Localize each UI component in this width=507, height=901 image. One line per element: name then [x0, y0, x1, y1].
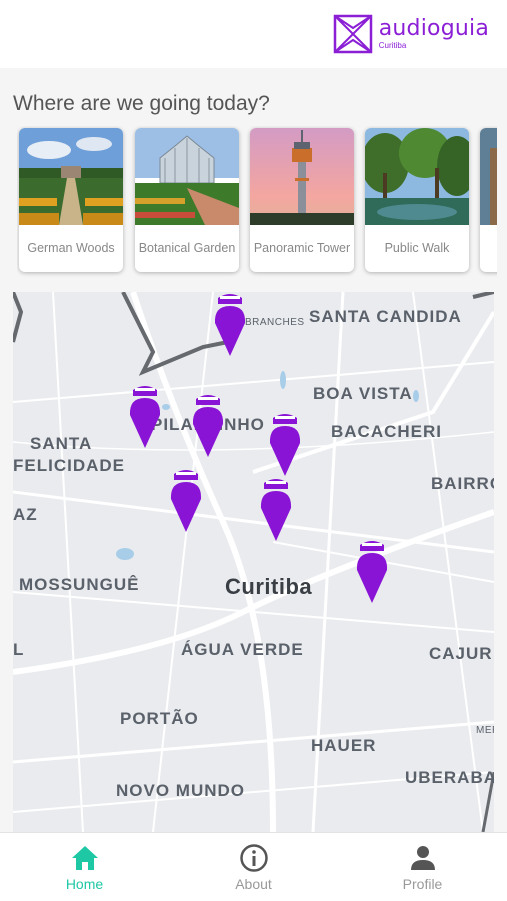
- partial-place-image: [480, 128, 497, 225]
- map-pin-icon[interactable]: [267, 410, 303, 476]
- place-card-panoramic-tower[interactable]: Panoramic Tower: [250, 128, 354, 272]
- audioguia-logo: audioguia Curitiba: [333, 14, 489, 54]
- tab-home[interactable]: Home: [0, 833, 169, 901]
- map-label-curitiba: Curitiba: [225, 574, 313, 599]
- map-label-l: L: [13, 640, 25, 659]
- map-label-bairro: BAIRRO: [431, 474, 494, 493]
- map-label-mer: MER: [476, 725, 494, 736]
- map-label-santa: SANTA: [30, 434, 93, 453]
- map-pin-icon[interactable]: [212, 292, 248, 356]
- places-carousel[interactable]: German Woods Botanical Garden Panoramic …: [17, 126, 497, 278]
- logo-mark-icon: [333, 14, 372, 54]
- app-header: audioguia Curitiba: [0, 0, 507, 68]
- city-map[interactable]: BRANCHES SANTA CANDIDA BOA VISTA PILARZI…: [13, 292, 494, 832]
- map-label-santa-candida: SANTA CANDIDA: [309, 307, 462, 326]
- map-label-novo-mundo: NOVO MUNDO: [116, 781, 245, 800]
- map-label-agua-verde: ÁGUA VERDE: [181, 640, 304, 659]
- public-walk-image: [365, 128, 469, 225]
- person-icon: [410, 846, 435, 870]
- bottom-tab-bar: Home About Profile: [0, 832, 507, 901]
- botanical-garden-image: [135, 128, 239, 225]
- place-card-label: German Woods: [27, 241, 115, 255]
- place-card-partial[interactable]: [480, 128, 497, 272]
- panoramic-tower-image: [250, 128, 354, 225]
- tab-home-label: Home: [65, 876, 104, 892]
- map-pin-icon[interactable]: [168, 466, 204, 532]
- map-label-cajuru: CAJUR: [429, 644, 493, 663]
- place-card-label: Public Walk: [384, 241, 450, 255]
- map-label-boa-vista: BOA VISTA: [313, 384, 413, 403]
- map-pin-icon[interactable]: [127, 382, 163, 448]
- page-question: Where are we going today?: [13, 92, 270, 115]
- map-roads: [13, 292, 494, 832]
- info-icon: [239, 844, 268, 872]
- home-icon: [71, 846, 98, 870]
- map-label-bacacheri: BACACHERI: [331, 422, 442, 441]
- place-card-german-woods[interactable]: German Woods: [19, 128, 123, 272]
- place-card-label: Panoramic Tower: [253, 241, 351, 255]
- tab-about[interactable]: About: [169, 833, 338, 901]
- map-label-portao: PORTÃO: [120, 709, 199, 728]
- map-label-mossungue: MOSSUNGUÊ: [19, 575, 140, 594]
- place-card-public-walk[interactable]: Public Walk: [365, 128, 469, 272]
- map-pin-icon[interactable]: [258, 475, 294, 541]
- map-label-hauer: HAUER: [311, 736, 377, 755]
- map-label-branches: BRANCHES: [245, 317, 305, 328]
- map-label-uberaba: UBERABA: [405, 768, 494, 787]
- tab-about-label: About: [235, 876, 272, 892]
- map-label-az: AZ: [13, 505, 38, 524]
- map-label-felicidade: FELICIDADE: [13, 456, 125, 475]
- place-card-botanical-garden[interactable]: Botanical Garden: [135, 128, 239, 272]
- tab-profile[interactable]: Profile: [338, 833, 507, 901]
- tab-profile-label: Profile: [402, 876, 443, 892]
- map-pin-icon[interactable]: [354, 537, 390, 603]
- german-woods-image: [19, 128, 123, 225]
- logo-title: audioguia: [378, 16, 489, 41]
- place-card-label: Botanical Garden: [138, 241, 236, 255]
- map-pin-icon[interactable]: [190, 391, 226, 457]
- logo-subtitle: Curitiba: [378, 41, 407, 50]
